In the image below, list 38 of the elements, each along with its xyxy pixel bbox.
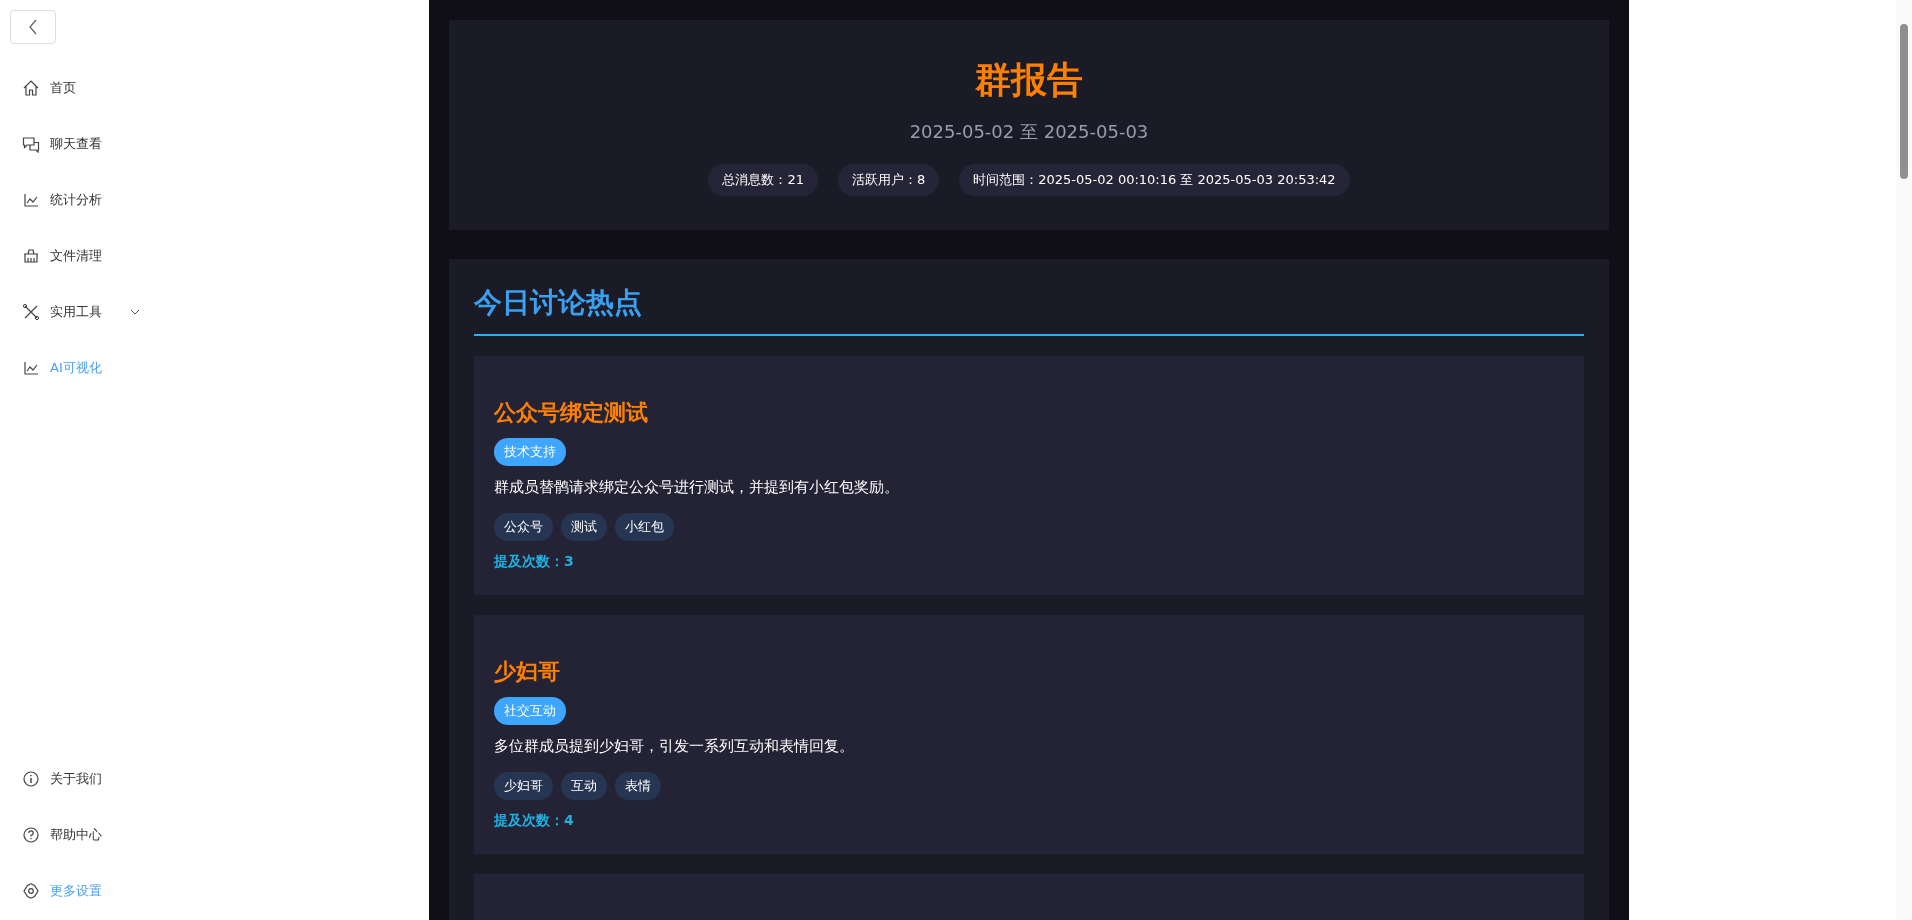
keyword-tag: 互动 bbox=[561, 772, 607, 800]
scrollbar[interactable] bbox=[1896, 0, 1912, 920]
line-chart-icon bbox=[22, 359, 40, 377]
stat-pill: 时间范围：2025-05-02 00:10:16 至 2025-05-03 20:53:42 bbox=[959, 164, 1350, 196]
help-icon bbox=[22, 826, 40, 844]
keyword-tag: 少妇哥 bbox=[494, 772, 553, 800]
nav-item[interactable]: 统计分析 bbox=[0, 172, 429, 228]
nav-item[interactable]: 关于我们 bbox=[0, 751, 429, 807]
nav-item[interactable]: 实用工具 bbox=[0, 284, 429, 340]
tools-icon bbox=[22, 303, 40, 321]
topic-description: 多位群成员提到少妇哥，引发一系列互动和表情回复。 bbox=[494, 737, 854, 756]
section-heading: 今日讨论热点 bbox=[474, 284, 1584, 336]
nav-item[interactable]: 首页 bbox=[0, 60, 429, 116]
keyword-tag: 测试 bbox=[561, 513, 607, 541]
topic-title: 少妇哥 bbox=[494, 658, 560, 686]
stat-pill: 总消息数：21 bbox=[708, 164, 818, 196]
settings-icon bbox=[22, 882, 40, 900]
topic-title: 公众号绑定测试 bbox=[494, 399, 648, 427]
keyword-tag: 表情 bbox=[615, 772, 661, 800]
category-tag: 技术支持 bbox=[494, 438, 566, 466]
line-chart-icon bbox=[22, 191, 40, 209]
keyword-tag: 小红包 bbox=[615, 513, 674, 541]
mention-count: 提及次数：3 bbox=[494, 553, 574, 571]
topic-description: 群成员替鹘请求绑定公众号进行测试，并提到有小红包奖励。 bbox=[494, 478, 899, 497]
keyword-tag: 公众号 bbox=[494, 513, 553, 541]
nav-item[interactable]: 聊天查看 bbox=[0, 116, 429, 172]
nav-item[interactable]: 文件清理 bbox=[0, 228, 429, 284]
nav-item[interactable]: 帮助中心 bbox=[0, 807, 429, 863]
mention-count: 提及次数：4 bbox=[494, 812, 574, 830]
chevron-left-icon bbox=[28, 19, 38, 35]
stat-pill: 活跃用户：8 bbox=[837, 164, 940, 196]
date-range: 2025-05-02 至 2025-05-03 bbox=[909, 120, 1149, 144]
info-icon bbox=[22, 770, 40, 788]
basket-icon bbox=[22, 247, 40, 265]
report-title: 群报告 bbox=[975, 58, 1083, 102]
chat-icon bbox=[22, 135, 40, 153]
home-icon bbox=[22, 79, 40, 97]
category-tag: 社交互动 bbox=[494, 697, 566, 725]
